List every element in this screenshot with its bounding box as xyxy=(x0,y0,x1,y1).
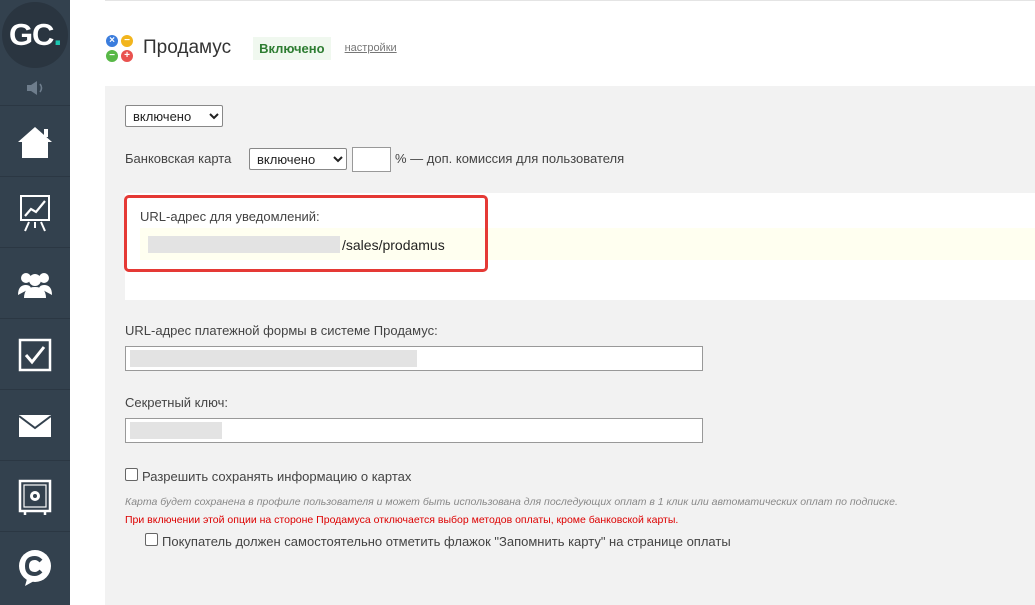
sidebar-item-users[interactable] xyxy=(0,249,70,319)
sidebar: GC. xyxy=(0,0,70,605)
redacted-secret-key xyxy=(130,422,222,439)
payment-system-header: × − − + Продамус Включено настройки xyxy=(105,30,397,66)
icon-plus-sign: + xyxy=(121,50,133,62)
top-divider xyxy=(105,0,1035,3)
secret-key-label: Секретный ключ: xyxy=(125,395,228,410)
home-icon xyxy=(18,126,52,158)
sidebar-item-tasks[interactable] xyxy=(0,320,70,390)
save-cards-label[interactable]: Разрешить сохранять информацию о картах xyxy=(142,469,411,484)
payment-form-url-label: URL-адрес платежной формы в системе Прод… xyxy=(125,323,438,338)
page-title: Продамус xyxy=(143,37,232,58)
highlight-annotation xyxy=(124,195,488,272)
speaker-icon[interactable] xyxy=(0,70,70,106)
remember-card-checkbox[interactable] xyxy=(145,533,158,546)
status-badge: Включено xyxy=(253,36,331,60)
logo-dot: . xyxy=(53,17,62,52)
save-cards-checkbox[interactable] xyxy=(125,468,138,481)
sidebar-item-stats[interactable] xyxy=(0,178,70,248)
prodamus-logo-icon: × − − + xyxy=(105,33,135,63)
icon-equals-sign: − xyxy=(106,50,118,62)
redacted-payment-url xyxy=(130,350,417,367)
commission-text: % — доп. комиссия для пользователя xyxy=(395,151,625,166)
commission-percent-input[interactable] xyxy=(352,147,391,172)
logo-text: GC xyxy=(8,17,54,52)
users-icon xyxy=(18,272,52,298)
sidebar-item-chat[interactable] xyxy=(0,533,70,603)
safe-icon xyxy=(18,479,52,515)
mail-icon xyxy=(18,414,52,437)
save-cards-warning: При включении этой опции на стороне Прод… xyxy=(125,514,679,526)
sidebar-item-sales[interactable] xyxy=(0,462,70,532)
enable-select[interactable]: включено xyxy=(125,105,223,127)
settings-link[interactable]: настройки xyxy=(345,42,397,54)
remember-card-label[interactable]: Покупатель должен самостоятельно отметит… xyxy=(162,534,731,549)
icon-times-sign: × xyxy=(106,35,118,47)
bank-card-label: Банковская карта xyxy=(125,151,232,166)
save-cards-hint: Карта будет сохранена в профиле пользова… xyxy=(125,496,898,508)
icon-minus-sign: − xyxy=(121,35,133,47)
chart-board-icon xyxy=(20,194,50,231)
chat-c-icon xyxy=(19,550,51,586)
logo[interactable]: GC. xyxy=(0,0,70,70)
sidebar-item-home[interactable] xyxy=(0,107,70,177)
sidebar-item-messages[interactable] xyxy=(0,391,70,461)
bank-card-select[interactable]: включено xyxy=(249,148,347,170)
checkbox-icon xyxy=(18,338,52,371)
